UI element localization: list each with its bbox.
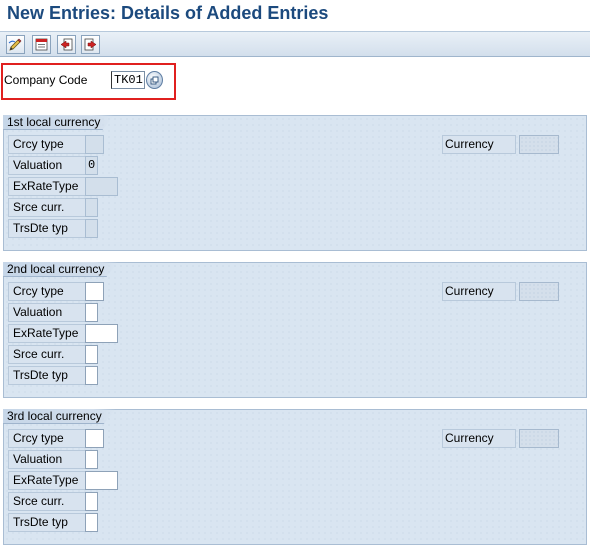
- currency-label: Currency: [442, 429, 516, 448]
- valuation-label: Valuation: [8, 450, 86, 469]
- currency-label: Currency: [442, 282, 516, 301]
- exrate-type-field[interactable]: [85, 177, 118, 196]
- crcy-type-label: Crcy type: [8, 429, 86, 448]
- trsdte-typ-field[interactable]: [85, 366, 98, 385]
- exrate-type-field[interactable]: [85, 324, 118, 343]
- trsdte-typ-field[interactable]: [85, 513, 98, 532]
- trsdte-typ-label: TrsDte typ: [8, 513, 86, 532]
- next-entry-icon[interactable]: [81, 35, 100, 54]
- company-code-input[interactable]: TK01: [111, 71, 145, 89]
- application-toolbar: [0, 31, 590, 57]
- srce-curr-field[interactable]: [85, 345, 98, 364]
- exrate-type-label: ExRateType: [8, 324, 86, 343]
- exrate-type-field[interactable]: [85, 471, 118, 490]
- srce-curr-label: Srce curr.: [8, 492, 86, 511]
- group-title: 1st local currency: [3, 115, 114, 130]
- srce-curr-label: Srce curr.: [8, 345, 86, 364]
- currency-field[interactable]: [519, 429, 559, 448]
- valuation-label: Valuation: [8, 156, 86, 175]
- srce-curr-field[interactable]: [85, 492, 98, 511]
- srce-curr-field[interactable]: [85, 198, 98, 217]
- valuation-field[interactable]: [85, 303, 98, 322]
- crcy-type-field[interactable]: [85, 282, 104, 301]
- currency-field[interactable]: [519, 282, 559, 301]
- group-3rd-local-currency: 3rd local currency Crcy type Valuation E…: [3, 409, 587, 545]
- trsdte-typ-label: TrsDte typ: [8, 219, 86, 238]
- valuation-label: Valuation: [8, 303, 86, 322]
- currency-field[interactable]: [519, 135, 559, 154]
- exrate-type-label: ExRateType: [8, 177, 86, 196]
- crcy-type-field[interactable]: [85, 429, 104, 448]
- page-title: New Entries: Details of Added Entries: [7, 3, 329, 23]
- group-title: 3rd local currency: [3, 409, 116, 424]
- edit-pencil-icon[interactable]: [6, 35, 25, 54]
- currency-label: Currency: [442, 135, 516, 154]
- save-document-icon[interactable]: [32, 35, 51, 54]
- srce-curr-label: Srce curr.: [8, 198, 86, 217]
- group-1st-local-currency: 1st local currency Crcy type Valuation 0…: [3, 115, 587, 251]
- valuation-field[interactable]: [85, 450, 98, 469]
- trsdte-typ-label: TrsDte typ: [8, 366, 86, 385]
- crcy-type-label: Crcy type: [8, 282, 86, 301]
- crcy-type-label: Crcy type: [8, 135, 86, 154]
- crcy-type-field[interactable]: [85, 135, 104, 154]
- exrate-type-label: ExRateType: [8, 471, 86, 490]
- group-2nd-local-currency: 2nd local currency Crcy type Valuation E…: [3, 262, 587, 398]
- company-code-label: Company Code: [4, 73, 88, 87]
- value-help-icon[interactable]: [146, 71, 163, 89]
- title-bar: New Entries: Details of Added Entries: [0, 0, 590, 30]
- trsdte-typ-field[interactable]: [85, 219, 98, 238]
- group-title: 2nd local currency: [3, 262, 118, 277]
- previous-entry-icon[interactable]: [57, 35, 76, 54]
- valuation-field[interactable]: 0: [85, 156, 98, 175]
